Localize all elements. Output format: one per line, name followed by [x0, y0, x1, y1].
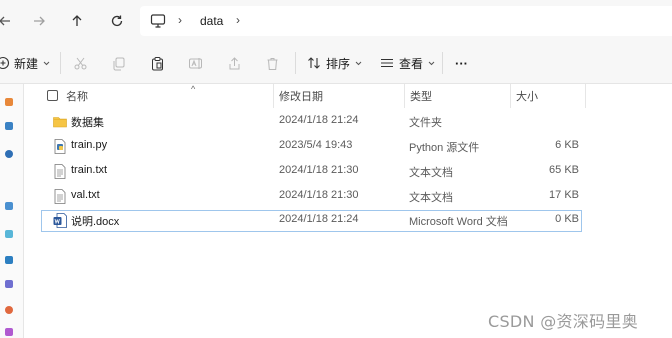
word-file-icon	[53, 213, 67, 228]
desktop-icon[interactable]	[5, 122, 13, 130]
music-icon[interactable]	[5, 256, 13, 264]
file-modified: 2024/1/18 21:24	[279, 213, 359, 225]
sort-ascending-icon: ^	[191, 84, 196, 94]
more-icon: ···	[455, 55, 468, 71]
documents-icon[interactable]	[5, 202, 13, 210]
toolbar-divider	[295, 52, 296, 74]
videos-icon[interactable]	[5, 280, 13, 288]
column-modified-label: 修改日期	[279, 91, 323, 103]
column-name-label: 名称	[66, 91, 88, 103]
sort-button[interactable]: 排序	[307, 53, 362, 73]
trash-icon	[267, 57, 278, 70]
breadcrumb-item-data[interactable]: data	[200, 14, 223, 28]
chevron-right-icon: ›	[178, 13, 182, 27]
more-button[interactable]: ···	[455, 53, 468, 73]
refresh-button[interactable]	[106, 10, 128, 32]
downloads-icon[interactable]	[5, 150, 13, 158]
navigation-pane	[0, 84, 24, 338]
file-size: 17 KB	[549, 189, 579, 201]
file-row[interactable]: val.txt 2024/1/18 21:30 文本文档 17 KB	[41, 186, 582, 208]
breadcrumb[interactable]: › data ›	[140, 6, 672, 36]
toolbar-divider	[60, 52, 61, 74]
rename-icon	[189, 57, 202, 69]
file-type: 文件夹	[409, 117, 442, 129]
drive-icon[interactable]	[5, 306, 13, 314]
file-modified: 2024/1/18 21:30	[279, 189, 359, 201]
new-label: 新建	[14, 56, 39, 71]
file-modified: 2023/5/4 19:43	[279, 139, 353, 151]
python-file-icon	[54, 139, 66, 154]
quick-access-icon[interactable]	[5, 98, 13, 106]
file-row[interactable]: train.py 2023/5/4 19:43 Python 源文件 6 KB	[41, 136, 582, 158]
plus-circle-icon	[0, 56, 10, 70]
arrow-right-icon	[34, 16, 45, 26]
file-row[interactable]: train.txt 2024/1/18 21:30 文本文档 65 KB	[41, 161, 582, 183]
watermark: CSDN @资深码里奥	[488, 312, 639, 331]
share-button[interactable]	[227, 53, 242, 73]
view-label: 查看	[399, 56, 424, 71]
file-name: 数据集	[71, 117, 104, 129]
column-type[interactable]: 类型	[405, 84, 511, 108]
column-size-label: 大小	[516, 91, 538, 103]
monitor-icon	[150, 14, 166, 28]
chevron-down-icon	[428, 61, 435, 65]
sort-icon	[308, 57, 320, 69]
arrow-left-icon	[0, 16, 10, 26]
file-size: 6 KB	[555, 139, 579, 151]
sort-label: 排序	[326, 56, 351, 71]
file-name: val.txt	[71, 189, 100, 201]
up-button[interactable]	[66, 10, 88, 32]
view-lines-icon	[381, 58, 393, 68]
copy-icon	[113, 57, 125, 70]
column-name[interactable]: 名称 ^	[61, 84, 274, 108]
column-type-label: 类型	[410, 91, 432, 103]
text-file-icon	[54, 164, 66, 179]
chevron-down-icon	[43, 61, 50, 65]
scissors-icon	[74, 57, 87, 69]
toolbar-divider	[442, 52, 443, 74]
clipboard-icon	[152, 56, 163, 70]
network-icon[interactable]	[5, 328, 13, 336]
address-bar: › data ›	[0, 0, 672, 42]
new-button[interactable]: 新建	[0, 53, 50, 73]
delete-button[interactable]	[265, 53, 280, 73]
column-header: 名称 ^ 修改日期 类型 大小	[25, 84, 672, 108]
copy-button[interactable]	[111, 53, 126, 73]
forward-button[interactable]	[28, 10, 50, 32]
file-size: 0 KB	[555, 213, 579, 225]
rename-button[interactable]	[188, 53, 203, 73]
file-name: 说明.docx	[71, 216, 120, 228]
file-modified: 2024/1/18 21:24	[279, 114, 359, 126]
file-size: 65 KB	[549, 164, 579, 176]
file-modified: 2024/1/18 21:30	[279, 164, 359, 176]
column-modified[interactable]: 修改日期	[274, 84, 405, 108]
chevron-down-icon	[355, 61, 362, 65]
view-button[interactable]: 查看	[380, 53, 435, 73]
file-name: train.txt	[71, 164, 108, 176]
file-type: 文本文档	[409, 167, 453, 179]
select-all-checkbox[interactable]	[47, 90, 58, 101]
share-icon	[229, 56, 240, 69]
file-type: Python 源文件	[409, 142, 480, 154]
file-type: 文本文档	[409, 192, 453, 204]
folder-icon	[53, 117, 67, 128]
chevron-right-icon: ›	[236, 13, 240, 27]
paste-button[interactable]	[150, 53, 165, 73]
file-row[interactable]: 数据集 2024/1/18 21:24 文件夹	[41, 111, 582, 133]
command-bar: 新建 排序 查看 ···	[0, 42, 672, 84]
column-size[interactable]: 大小	[511, 84, 586, 108]
file-name: train.py	[71, 139, 108, 151]
text-file-icon	[54, 189, 66, 204]
file-row-selected[interactable]: 说明.docx 2024/1/18 21:24 Microsoft Word 文…	[41, 210, 582, 232]
back-button[interactable]	[0, 10, 16, 32]
cut-button[interactable]	[73, 53, 88, 73]
pictures-icon[interactable]	[5, 230, 13, 238]
refresh-icon	[111, 15, 123, 27]
arrow-up-icon	[72, 15, 82, 26]
file-type: Microsoft Word 文档	[409, 216, 508, 228]
